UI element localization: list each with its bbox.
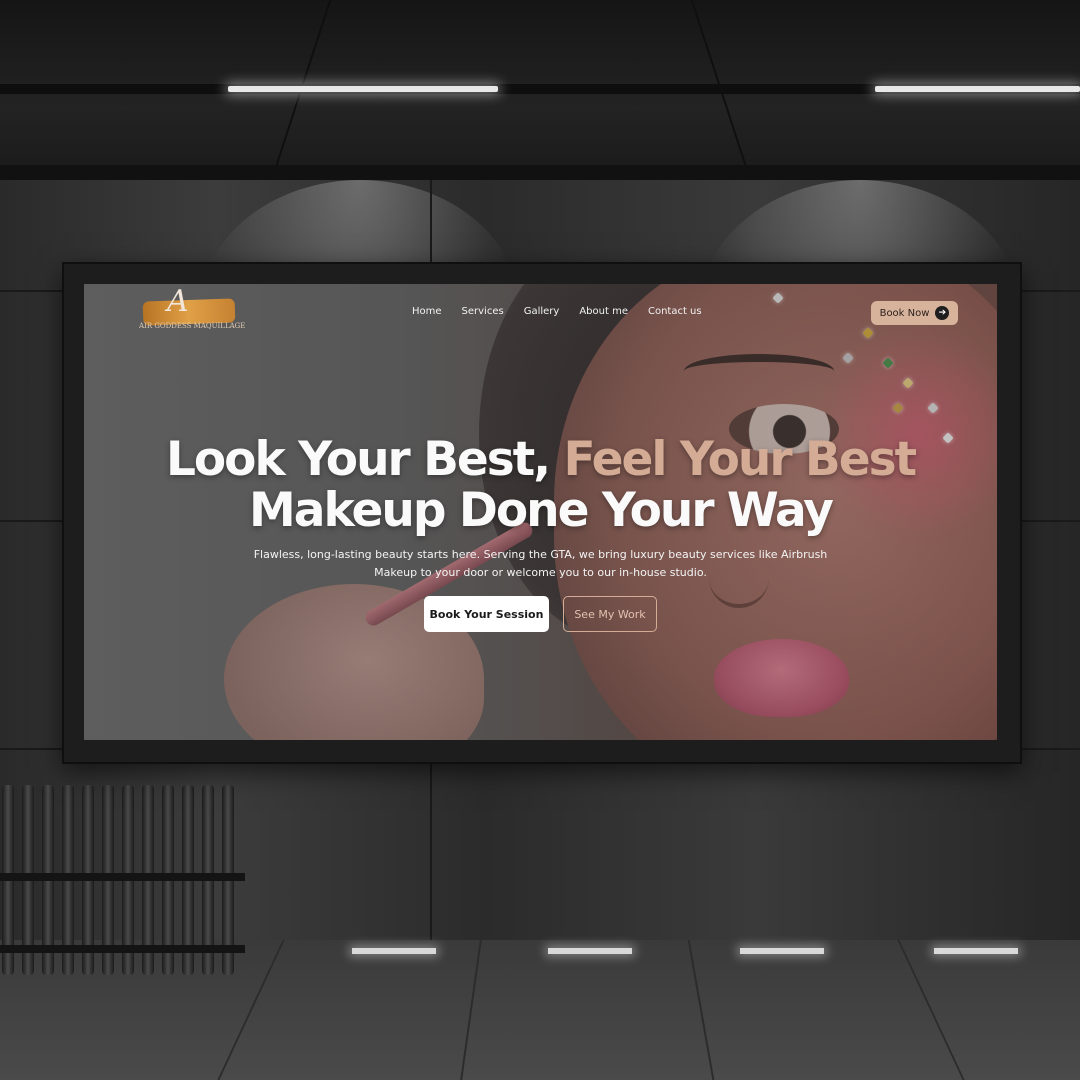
headline-accent: Feel Your Best [563, 432, 917, 487]
book-now-button[interactable]: Book Now ➔ [871, 301, 958, 325]
floor-seam [897, 940, 965, 1080]
arrow-right-icon: ➔ [935, 306, 950, 320]
floor-light [740, 948, 824, 954]
main-nav: Home Services Gallery About me Contact u… [412, 306, 702, 317]
nav-item-gallery[interactable]: Gallery [524, 306, 560, 317]
nav-item-contact[interactable]: Contact us [648, 306, 702, 317]
floor-seam [687, 940, 715, 1080]
headline-part1: Look Your Best, [165, 432, 564, 487]
floor-light [352, 948, 436, 954]
radiator-bench [0, 785, 245, 975]
hero-cta-group: Book Your Session See My Work [84, 596, 997, 632]
logo-text: AIR GODDESS MAQUILLAGE [139, 322, 246, 330]
hero-section: Look Your Best, Feel Your Best Makeup Do… [84, 434, 997, 632]
see-my-work-button[interactable]: See My Work [563, 596, 657, 632]
nav-item-services[interactable]: Services [462, 306, 504, 317]
hero-description: Flawless, long-lasting beauty starts her… [253, 548, 828, 579]
ceiling-light [228, 86, 498, 92]
floor-light [548, 948, 632, 954]
ceiling-edge [0, 165, 1080, 180]
ceiling-light [875, 86, 1080, 92]
book-now-label: Book Now [879, 307, 930, 319]
floor-light [934, 948, 1018, 954]
brand-logo[interactable]: A AIR GODDESS MAQUILLAGE [139, 284, 246, 334]
logo-monogram: A [167, 284, 189, 319]
website-screen: A AIR GODDESS MAQUILLAGE Home Services G… [84, 284, 997, 740]
nav-item-about[interactable]: About me [579, 306, 628, 317]
headline-line2: Makeup Done Your Way [249, 483, 834, 538]
hero-headline: Look Your Best, Feel Your Best Makeup Do… [84, 434, 997, 536]
floor-seam [460, 940, 482, 1080]
ceiling [0, 0, 1080, 180]
nav-item-home[interactable]: Home [412, 306, 442, 317]
book-session-button[interactable]: Book Your Session [424, 596, 549, 632]
